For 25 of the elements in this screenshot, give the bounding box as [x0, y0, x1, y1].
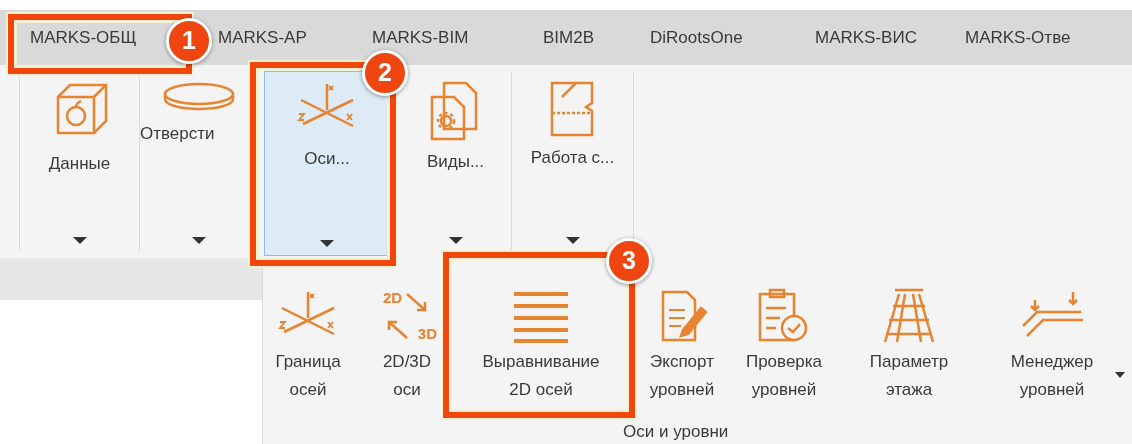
- ribbon-button[interactable]: Выравнивание 2D осей: [451, 288, 631, 404]
- ribbon-tab[interactable]: MARKS-BIM: [372, 25, 469, 50]
- ribbon-tab[interactable]: MARKS-Отве: [965, 25, 1071, 50]
- caret-icon: [192, 237, 206, 244]
- ribbon-tab[interactable]: MARKS-AP: [218, 25, 307, 50]
- ribbon-button[interactable]: Экспорт уровней: [637, 288, 727, 404]
- icon-label: 2D: [383, 290, 403, 306]
- ribbon-tab[interactable]: BIM2B: [543, 25, 595, 50]
- ribbon-button[interactable]: Проверка уровней: [731, 288, 837, 404]
- ribbon-tab[interactable]: DiRootsOne: [650, 25, 743, 50]
- caret-icon: [72, 237, 87, 244]
- ribbon-button[interactable]: Граница осей: [269, 288, 347, 404]
- ribbon-button[interactable]: Отверсти: [140, 71, 258, 252]
- ribbon-tab[interactable]: MARKS-ОБЩ: [30, 25, 137, 50]
- caret-icon: [320, 240, 334, 247]
- group-label: Оси и уровни: [623, 421, 729, 443]
- ribbon-button[interactable]: Данные: [20, 71, 140, 252]
- icon-label: 3D: [417, 326, 437, 342]
- ribbon-tab[interactable]: MARKS-ВИС: [815, 25, 917, 50]
- caret-icon: [565, 237, 580, 244]
- ribbon-button[interactable]: Параметр этажа: [851, 288, 967, 404]
- ribbon-button[interactable]: Менеджер уровней: [991, 288, 1125, 404]
- ribbon-button[interactable]: 2D 3D 2D/3D оси: [371, 288, 443, 404]
- caret-icon: [1115, 372, 1125, 378]
- caret-icon: [448, 237, 463, 244]
